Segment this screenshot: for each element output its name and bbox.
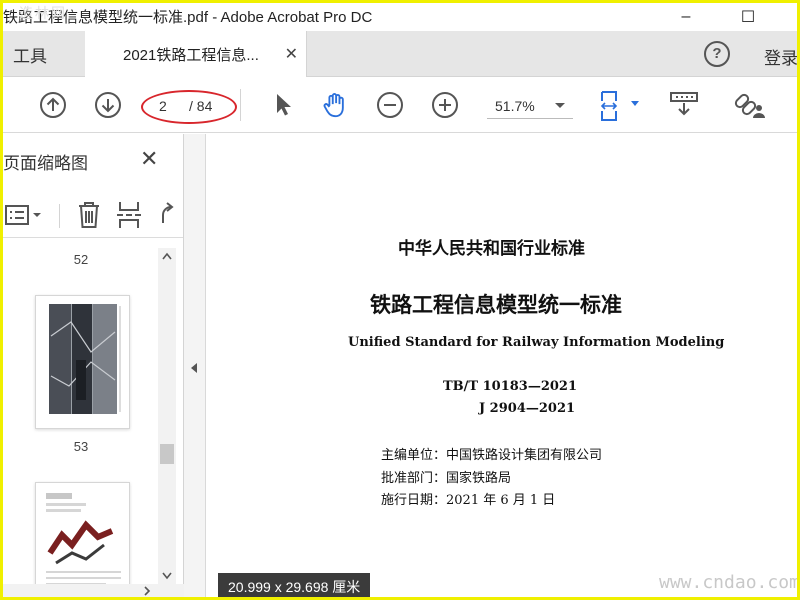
title-bar: 铁路工程信息模型统一标准.pdf - Adobe Acrobat Pro DC … (3, 3, 797, 31)
horizontal-scrollbar[interactable] (3, 584, 184, 597)
plus-circle-icon (432, 92, 458, 118)
hand-icon (323, 93, 344, 118)
document-page: 中华人民共和国行业标准 铁路工程信息模型统一标准 Unified Standar… (206, 134, 797, 597)
page-thumbnail[interactable] (35, 295, 130, 429)
hand-tool-button[interactable] (321, 91, 349, 119)
collapse-left-icon[interactable] (191, 363, 197, 373)
page-number-control: 2 / 84 (141, 90, 237, 124)
rotate-page-icon[interactable] (157, 202, 177, 228)
thumbnail-image (46, 493, 121, 585)
arrow-up-circle-icon (40, 92, 66, 118)
scrollbar-thumb[interactable] (160, 444, 174, 464)
thumbnail-panel: 页面缩略图 ✕ 52 53 (3, 134, 184, 597)
previous-page-button[interactable] (39, 91, 67, 119)
trash-icon[interactable] (76, 200, 102, 230)
document-title-en: Unified Standard for Railway Information… (348, 335, 725, 350)
chevron-down-icon (555, 103, 565, 108)
fit-width-icon (600, 91, 618, 121)
document-title-cn: 铁路工程信息模型统一标准 (370, 292, 622, 317)
panel-title: 页面缩略图 (3, 154, 88, 173)
toolbar-divider (240, 89, 241, 121)
zoom-out-button[interactable] (376, 91, 404, 119)
help-icon[interactable]: ? (704, 41, 730, 67)
standard-category: 中华人民共和国行业标准 (398, 239, 585, 259)
editor-unit: 主编单位：中国铁路设计集团有限公司 (381, 448, 603, 463)
standard-code-secondary: J 2904—2021 (479, 401, 576, 416)
page-size-tooltip: 20.999 x 29.698 厘米 (218, 573, 371, 597)
fit-page-button[interactable] (597, 89, 627, 123)
thumbnail-toolbar (3, 192, 183, 238)
share-link-button[interactable] (732, 91, 766, 119)
watermark-bottom-right: www.cndao.com (659, 572, 797, 593)
tab-document[interactable]: 2021铁路工程信息... ✕ (85, 31, 307, 77)
options-menu-icon[interactable] (5, 204, 45, 226)
sign-in-button[interactable]: 登录 (764, 44, 797, 69)
thumbnail-page-number: 52 (73, 252, 89, 267)
zoom-dropdown[interactable]: 51.7% (487, 93, 573, 119)
red-ellipse-annotation (141, 90, 237, 124)
scroll-page-icon (670, 92, 698, 116)
tab-bar: 工具 2021铁路工程信息... ✕ ? 登录 (3, 31, 797, 77)
link-person-icon (734, 93, 765, 118)
effective-date: 施行日期：2021 年 6 月 1 日 (381, 493, 556, 508)
extract-pages-icon[interactable] (116, 200, 142, 230)
tab-tools[interactable]: 工具 (3, 31, 85, 77)
watermark-top-left: 造林网 (19, 5, 67, 21)
scroll-up-icon[interactable] (162, 252, 172, 260)
standard-code-primary: TB/T 10183—2021 (443, 379, 578, 394)
scroll-mode-button[interactable] (668, 91, 700, 119)
pointer-icon (277, 94, 291, 116)
next-page-button[interactable] (94, 91, 122, 119)
maximize-button[interactable]: ☐ (725, 3, 771, 31)
approving-department: 批准部门：国家铁路局 (381, 471, 512, 486)
select-tool-button[interactable] (268, 91, 296, 119)
zoom-in-button[interactable] (431, 91, 459, 119)
thumbnail-page-number: 53 (73, 439, 89, 454)
minimize-button[interactable]: – (663, 3, 709, 31)
scroll-right-icon[interactable] (143, 586, 151, 596)
scroll-down-icon[interactable] (162, 572, 172, 580)
vertical-scrollbar[interactable] (158, 248, 176, 584)
panel-collapse-strip[interactable] (184, 134, 206, 597)
close-panel-icon[interactable]: ✕ (140, 146, 158, 172)
tab-document-label: 2021铁路工程信息... (123, 46, 259, 64)
panel-divider (59, 204, 60, 228)
zoom-value: 51.7% (495, 98, 535, 114)
fit-dropdown-icon[interactable] (631, 101, 639, 106)
tab-close-icon[interactable]: ✕ (285, 44, 298, 64)
acrobat-window: 铁路工程信息模型统一标准.pdf - Adobe Acrobat Pro DC … (3, 3, 797, 597)
minus-circle-icon (377, 92, 403, 118)
thumbnail-image (49, 304, 121, 414)
page-thumbnail[interactable] (35, 482, 130, 592)
main-toolbar: 2 / 84 51.7% (3, 77, 797, 133)
arrow-down-circle-icon (95, 92, 121, 118)
